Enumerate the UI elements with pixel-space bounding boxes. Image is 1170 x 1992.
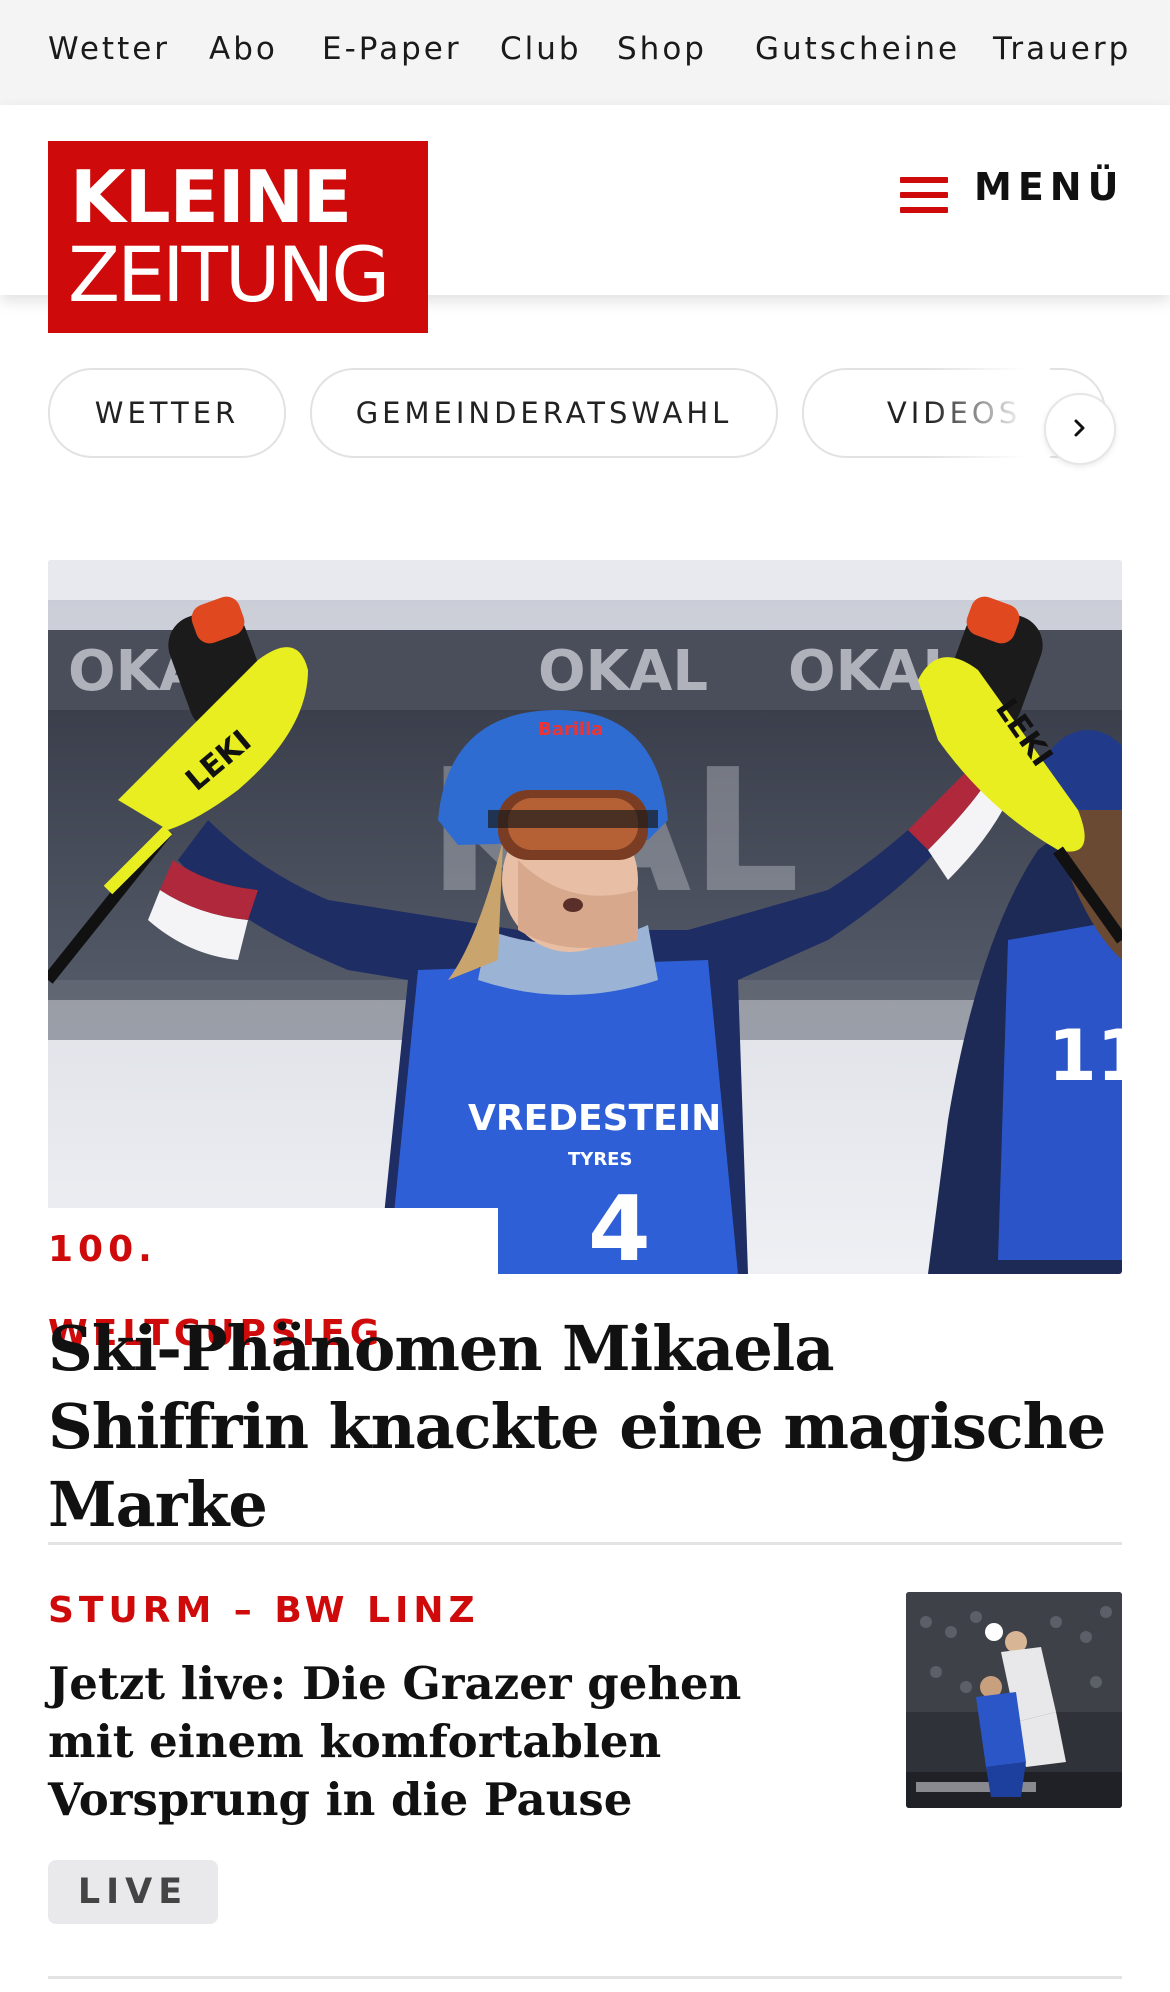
site-logo[interactable]: KLEINE ZEITUNG bbox=[48, 141, 428, 333]
topnav-link-shop[interactable]: Shop bbox=[617, 31, 707, 67]
topnav-link-abo[interactable]: Abo bbox=[209, 31, 278, 67]
football-photo bbox=[906, 1592, 1122, 1808]
bib-text: VREDESTEIN bbox=[468, 1098, 721, 1139]
logo-line-1: KLEINE bbox=[70, 155, 352, 239]
svg-text:OKAL: OKAL bbox=[538, 639, 708, 704]
topnav-link-club[interactable]: Club bbox=[500, 31, 582, 67]
chip-gemeinderatswahl[interactable]: GEMEINDERATSWAHL bbox=[310, 368, 778, 458]
topnav-link-gutscheine[interactable]: Gutscheine bbox=[755, 31, 960, 67]
chips-scroll-right-button[interactable] bbox=[1044, 393, 1116, 465]
logo-line-2: ZEITUNG bbox=[68, 230, 390, 319]
article-headline[interactable]: Jetzt live: Die Grazer gehen mit einem k… bbox=[48, 1655, 828, 1829]
divider-bottom bbox=[48, 1976, 1122, 1979]
top-utility-nav: Wetter Abo E-Paper Club Shop Gutscheine … bbox=[0, 0, 1170, 105]
svg-text:Barilla: Barilla bbox=[538, 719, 603, 740]
chip-wetter[interactable]: WETTER bbox=[48, 368, 286, 458]
skier-photo: OKAL OKAL OKAL KAL 11 VREDESTEIN TYRES 4… bbox=[48, 560, 1122, 1274]
topnav-link-wetter[interactable]: Wetter bbox=[48, 31, 170, 67]
svg-text:11: 11 bbox=[1048, 1015, 1122, 1097]
hamburger-icon bbox=[900, 177, 948, 213]
menu-label: MENÜ bbox=[974, 165, 1125, 209]
hero-headline[interactable]: Ski-Phänomen Mikaela Shiffrin knackte ei… bbox=[48, 1310, 1108, 1544]
bib-number: 4 bbox=[588, 1177, 651, 1274]
live-badge: LIVE bbox=[48, 1860, 218, 1924]
hero-image[interactable]: OKAL OKAL OKAL KAL 11 VREDESTEIN TYRES 4… bbox=[48, 560, 1122, 1274]
divider bbox=[48, 1542, 1122, 1545]
topnav-link-trauerportal[interactable]: Trauerp bbox=[993, 31, 1131, 67]
article-kicker: STURM – BW LINZ bbox=[48, 1590, 480, 1631]
site-header: KLEINE ZEITUNG MENÜ bbox=[0, 105, 1170, 333]
topic-chips: WETTER GEMEINDERATSWAHL VIDEOS bbox=[0, 368, 1170, 460]
bib-subtext: TYRES bbox=[568, 1149, 632, 1170]
chevron-right-icon bbox=[1074, 419, 1085, 437]
topnav-link-epaper[interactable]: E-Paper bbox=[322, 31, 462, 67]
hero-kicker: 100. WELTCUPSIEG bbox=[48, 1208, 498, 1354]
chip-fade-overlay bbox=[930, 368, 1050, 460]
article-thumbnail[interactable] bbox=[906, 1592, 1122, 1808]
